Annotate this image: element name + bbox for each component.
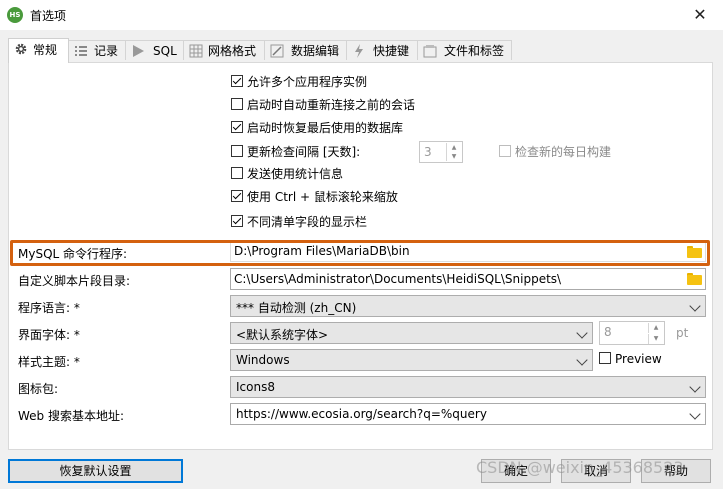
font-size-stepper[interactable]: 8 ▲ ▼ xyxy=(599,321,665,345)
tab-log[interactable]: 记录 xyxy=(68,40,126,60)
language-label: 程序语言: * xyxy=(18,301,80,315)
spin-down-icon[interactable]: ▼ xyxy=(446,152,461,161)
snippets-dir-input[interactable]: C:\Users\Administrator\Documents\HeidiSQ… xyxy=(230,268,706,290)
tab-files-tags[interactable]: 文件和标签 xyxy=(417,40,512,60)
chevron-down-icon xyxy=(576,354,588,366)
web-search-label: Web 搜索基本地址: xyxy=(18,409,125,423)
lightning-icon xyxy=(355,44,363,58)
language-select[interactable]: *** 自动检测 (zh_CN) xyxy=(230,295,706,317)
folder-icon[interactable] xyxy=(687,273,702,285)
log-icon xyxy=(75,46,87,56)
web-search-select[interactable]: https://www.ecosia.org/search?q=%query xyxy=(230,403,706,425)
restore-defaults-button[interactable]: 恢复默认设置 xyxy=(8,459,183,483)
theme-label: 样式主题: * xyxy=(18,355,80,369)
checkbox-box[interactable] xyxy=(231,98,243,110)
checkbox-box[interactable] xyxy=(231,167,243,179)
play-icon xyxy=(133,45,144,57)
chevron-down-icon xyxy=(689,300,701,312)
gear-icon xyxy=(15,43,27,55)
help-button[interactable]: 帮助 xyxy=(641,459,711,483)
chevron-down-icon xyxy=(576,327,588,339)
spin-down-icon[interactable]: ▼ xyxy=(648,334,663,344)
app-logo-icon: HS xyxy=(7,7,23,23)
checkbox-box[interactable] xyxy=(231,121,243,133)
theme-select[interactable]: Windows xyxy=(230,349,593,371)
close-icon[interactable]: ✕ xyxy=(677,0,723,30)
tab-shortcuts[interactable]: 快捷键 xyxy=(346,40,418,60)
update-interval-stepper[interactable]: 3 ▲ ▼ xyxy=(419,141,463,163)
snippets-dir-label: 自定义脚本片段目录: xyxy=(18,274,131,288)
checkbox-box[interactable] xyxy=(231,145,243,157)
icon-pack-select[interactable]: Icons8 xyxy=(230,376,706,398)
window-title: 首选项 xyxy=(30,9,67,23)
font-label: 界面字体: * xyxy=(18,328,80,342)
title-bar: HS 首选项 ✕ xyxy=(0,0,723,30)
checkbox-box[interactable] xyxy=(231,215,243,227)
font-size-unit: pt xyxy=(676,326,689,340)
grid-icon xyxy=(189,44,203,58)
checkbox-box[interactable] xyxy=(231,190,243,202)
spin-up-icon[interactable]: ▲ xyxy=(446,143,461,152)
checkbox-box[interactable] xyxy=(499,145,511,157)
highlight-box xyxy=(10,240,710,266)
icon-pack-label: 图标包: xyxy=(18,382,59,396)
checkbox-box[interactable] xyxy=(231,75,243,87)
tab-sql[interactable]: SQL xyxy=(125,40,184,60)
file-tag-icon xyxy=(423,45,437,58)
spin-up-icon[interactable]: ▲ xyxy=(648,323,663,333)
tab-grid-format[interactable]: 网格格式 xyxy=(183,40,265,60)
edit-icon xyxy=(270,44,284,58)
tab-data-editing[interactable]: 数据编辑 xyxy=(264,40,347,60)
ok-button[interactable]: 确定 xyxy=(481,459,551,483)
font-select[interactable]: <默认系统字体> xyxy=(230,322,593,344)
tab-general[interactable]: 常规 xyxy=(8,38,69,63)
chevron-down-icon xyxy=(689,408,701,420)
cancel-button[interactable]: 取消 xyxy=(561,459,631,483)
chevron-down-icon xyxy=(689,381,701,393)
checkbox-box[interactable] xyxy=(599,352,611,364)
